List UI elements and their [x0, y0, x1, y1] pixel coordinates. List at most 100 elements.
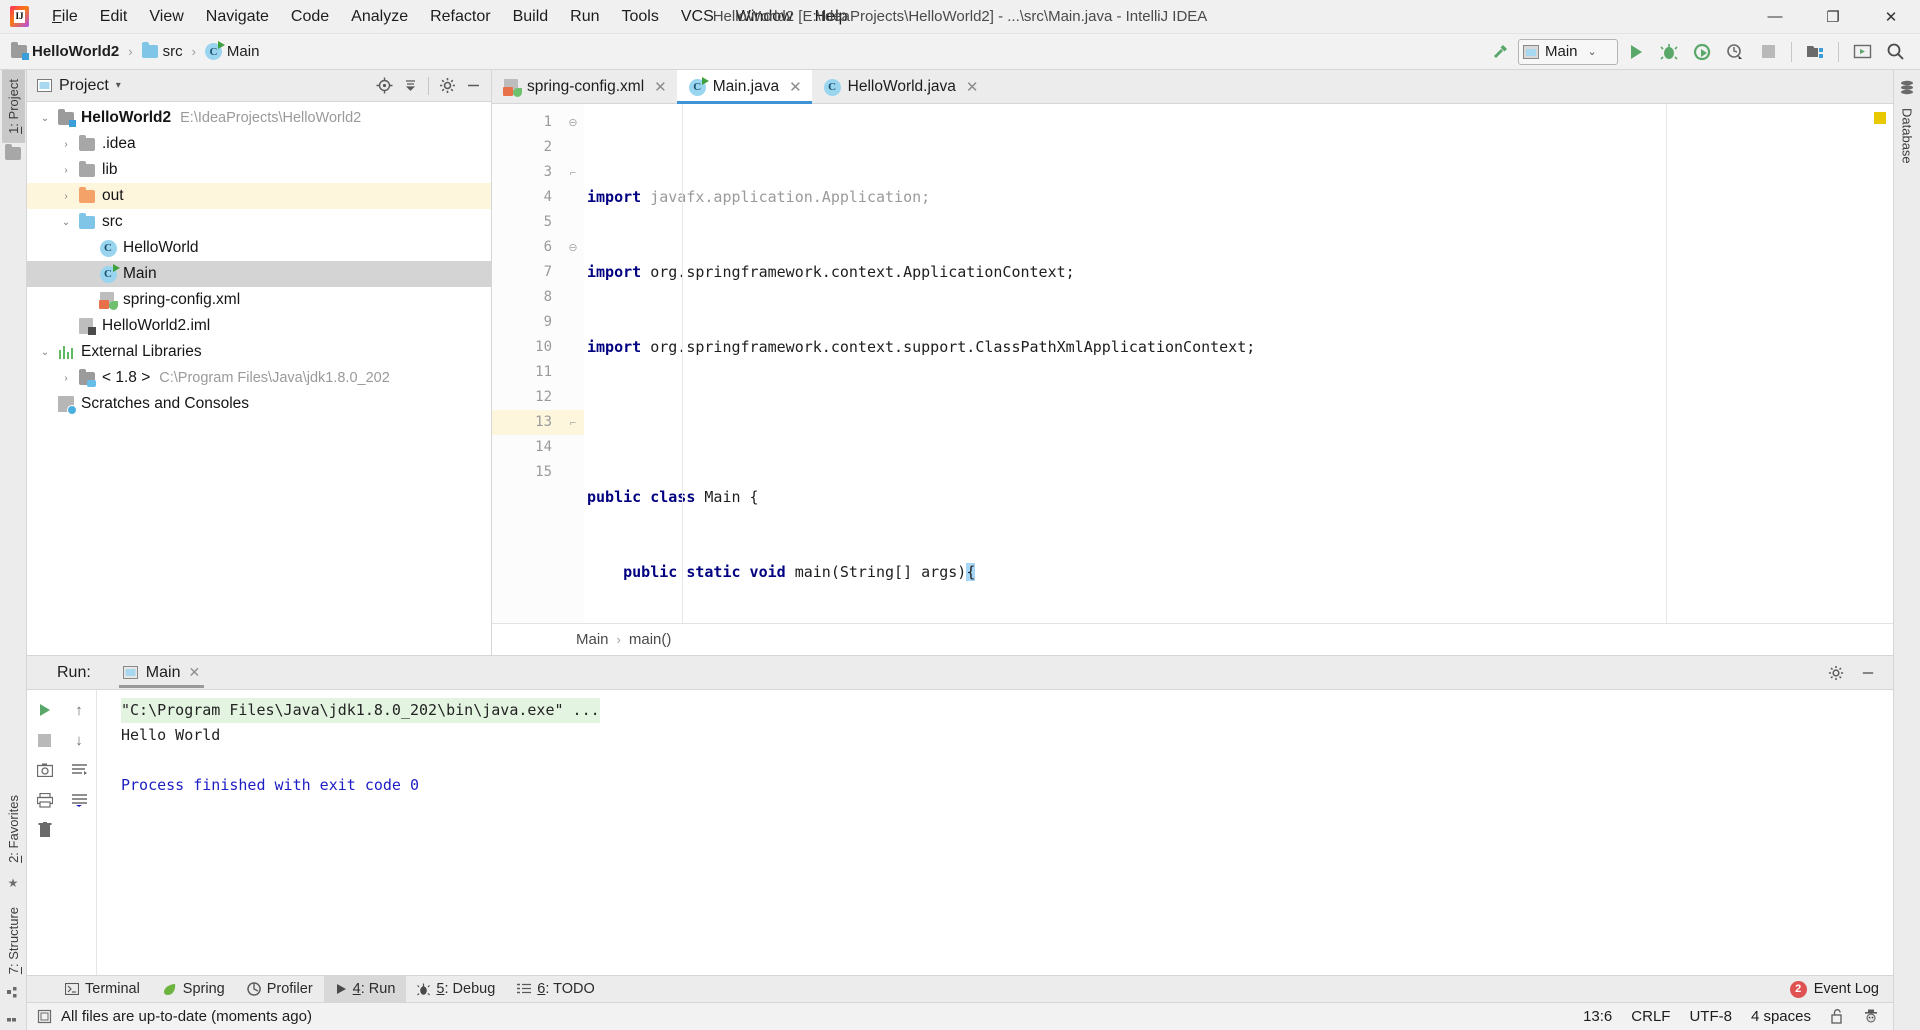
line-number-9[interactable]: 9	[492, 310, 562, 335]
file-encoding[interactable]: UTF-8	[1689, 1008, 1732, 1025]
run-icon[interactable]	[1621, 38, 1651, 66]
close-button[interactable]: ✕	[1862, 0, 1920, 34]
sidebar-tab-database[interactable]: Database	[1896, 102, 1919, 170]
stop-icon[interactable]	[31, 726, 59, 754]
menu-vcs[interactable]: VCS	[670, 0, 725, 34]
breadcrumb-method[interactable]: main()	[629, 631, 672, 648]
run-console-output[interactable]: "C:\Program Files\Java\jdk1.8.0_202\bin\…	[97, 690, 1893, 975]
minimize-button[interactable]: —	[1746, 0, 1804, 34]
line-number-13[interactable]: 13	[492, 410, 562, 435]
soft-wrap-icon[interactable]	[65, 756, 93, 784]
fold-marker-6[interactable]: ⊖	[562, 235, 584, 260]
tree-item-lib[interactable]: › lib	[27, 157, 491, 183]
tab-spring-config-xml[interactable]: spring-config.xml ✕	[492, 70, 677, 104]
settings-gear-icon[interactable]	[435, 74, 459, 98]
menu-edit[interactable]: Edit	[89, 0, 139, 34]
chevron-right-icon[interactable]: ›	[56, 191, 76, 202]
menu-run[interactable]: Run	[559, 0, 610, 34]
tree-item-external-libraries[interactable]: ⌄ External Libraries	[27, 339, 491, 365]
line-number-14[interactable]: 14	[492, 435, 562, 460]
collapse-all-icon[interactable]	[398, 74, 422, 98]
chevron-down-icon[interactable]: ▾	[116, 80, 121, 91]
toolwindow-spring[interactable]: Spring	[151, 976, 236, 1003]
scroll-to-end-icon[interactable]	[65, 786, 93, 814]
menu-tools[interactable]: Tools	[611, 0, 670, 34]
tab-close-icon[interactable]: ✕	[789, 78, 802, 96]
hector-icon[interactable]	[1863, 1009, 1879, 1024]
locate-icon[interactable]	[372, 74, 396, 98]
chevron-right-icon[interactable]: ›	[56, 139, 76, 150]
settings-gear-icon[interactable]	[1823, 660, 1849, 686]
tab-close-icon[interactable]: ✕	[654, 78, 667, 96]
line-number-7[interactable]: 7	[492, 260, 562, 285]
tab-main-java[interactable]: C Main.java ✕	[676, 70, 812, 104]
unlocked-icon[interactable]	[1830, 1009, 1844, 1024]
tree-item-helloworld2[interactable]: ⌄ HelloWorld2 E:\IdeaProjects\HelloWorld2	[27, 105, 491, 131]
fold-marker-3[interactable]: ⌐	[562, 160, 584, 185]
project-structure-icon[interactable]	[1800, 38, 1830, 66]
scroll-up-icon[interactable]: ↑	[65, 696, 93, 724]
toolwindow-debug[interactable]: 5: Debug	[406, 976, 506, 1003]
trash-icon[interactable]	[31, 816, 59, 844]
breadcrumb-item-src[interactable]: src	[139, 41, 186, 62]
line-separator[interactable]: CRLF	[1631, 1008, 1670, 1025]
menu-file[interactable]: File	[41, 0, 89, 34]
tree-item-main[interactable]: C Main	[27, 261, 491, 287]
line-number-15[interactable]: 15	[492, 460, 562, 485]
sidebar-tab-structure[interactable]: 7: Structure	[2, 898, 25, 983]
sidebar-tab-project[interactable]: 1: Project	[1, 70, 25, 143]
toolwindow-terminal[interactable]: Terminal	[54, 976, 151, 1003]
code-editor[interactable]: 1 2 3 4 5 6 7 8 9 10 11 12 13 14 15 ⊖ ⌐ ⊖ ⌐ import javafx…	[492, 104, 1893, 623]
event-log-area[interactable]: 2 Event Log	[1789, 980, 1893, 998]
line-number-11[interactable]: 11	[492, 360, 562, 385]
indent-setting[interactable]: 4 spaces	[1751, 1008, 1811, 1025]
build-hammer-icon[interactable]	[1485, 38, 1515, 66]
tree-item-helloworld[interactable]: C HelloWorld	[27, 235, 491, 261]
tab-helloworld-java[interactable]: C HelloWorld.java ✕	[812, 70, 989, 104]
tree-item-scratches-and-consoles[interactable]: Scratches and Consoles	[27, 391, 491, 417]
fold-marker-1[interactable]: ⊖	[562, 110, 584, 135]
chevron-right-icon[interactable]: ›	[56, 373, 76, 384]
breadcrumb-class[interactable]: Main	[576, 631, 609, 648]
toolwindow-run[interactable]: 4: Run	[323, 975, 407, 1003]
profiler-icon[interactable]	[1720, 38, 1750, 66]
sidebar-tab-favorites[interactable]: 2: Favorites	[2, 786, 25, 872]
line-number-12[interactable]: 12	[492, 385, 562, 410]
chevron-down-icon[interactable]: ⌄	[35, 113, 55, 124]
breadcrumb-item-main[interactable]: C Main	[202, 41, 263, 62]
tree-item-1-8[interactable]: › < 1.8 > C:\Program Files\Java\jdk1.8.0_2…	[27, 365, 491, 391]
chevron-right-icon[interactable]: ›	[56, 165, 76, 176]
toolwindow-todo[interactable]: 6: TODO	[506, 976, 606, 1003]
rerun-icon[interactable]	[31, 696, 59, 724]
chevron-down-icon[interactable]: ⌄	[35, 347, 55, 358]
breadcrumb-item-project[interactable]: HelloWorld2	[8, 41, 122, 62]
line-number-2[interactable]: 2	[492, 135, 562, 160]
hide-panel-icon[interactable]	[461, 74, 485, 98]
menu-build[interactable]: Build	[502, 0, 560, 34]
scroll-down-icon[interactable]: ↓	[65, 726, 93, 754]
menu-navigate[interactable]: Navigate	[195, 0, 280, 34]
tree-item-helloworld2-iml[interactable]: HelloWorld2.iml	[27, 313, 491, 339]
code-content[interactable]: import javafx.application.Application; i…	[584, 104, 1893, 623]
code-folding-column[interactable]: ⊖ ⌐ ⊖ ⌐	[562, 104, 584, 623]
line-number-gutter[interactable]: 1 2 3 4 5 6 7 8 9 10 11 12 13 14 15	[492, 104, 578, 623]
line-number-1[interactable]: 1	[492, 110, 562, 135]
run-with-coverage-icon[interactable]	[1687, 38, 1717, 66]
print-icon[interactable]	[31, 786, 59, 814]
line-number-4[interactable]: 4	[492, 185, 562, 210]
tree-item-out[interactable]: › out	[27, 183, 491, 209]
menu-view[interactable]: View	[138, 0, 194, 34]
fold-marker-13[interactable]: ⌐	[562, 410, 584, 435]
menu-code[interactable]: Code	[280, 0, 340, 34]
line-number-10[interactable]: 10	[492, 335, 562, 360]
tree-item-src[interactable]: ⌄ src	[27, 209, 491, 235]
run-configuration-selector[interactable]: Main ⌄	[1518, 38, 1618, 65]
hide-panel-icon[interactable]	[1855, 660, 1881, 686]
settings-icon[interactable]	[1847, 38, 1877, 66]
debug-icon[interactable]	[1654, 38, 1684, 66]
tree-item-spring-config-xml[interactable]: spring-config.xml	[27, 287, 491, 313]
chevron-down-icon[interactable]: ⌄	[56, 217, 76, 228]
menu-analyze[interactable]: Analyze	[340, 0, 419, 34]
caret-position[interactable]: 13:6	[1583, 1008, 1612, 1025]
maximize-button[interactable]: ❐	[1804, 0, 1862, 34]
